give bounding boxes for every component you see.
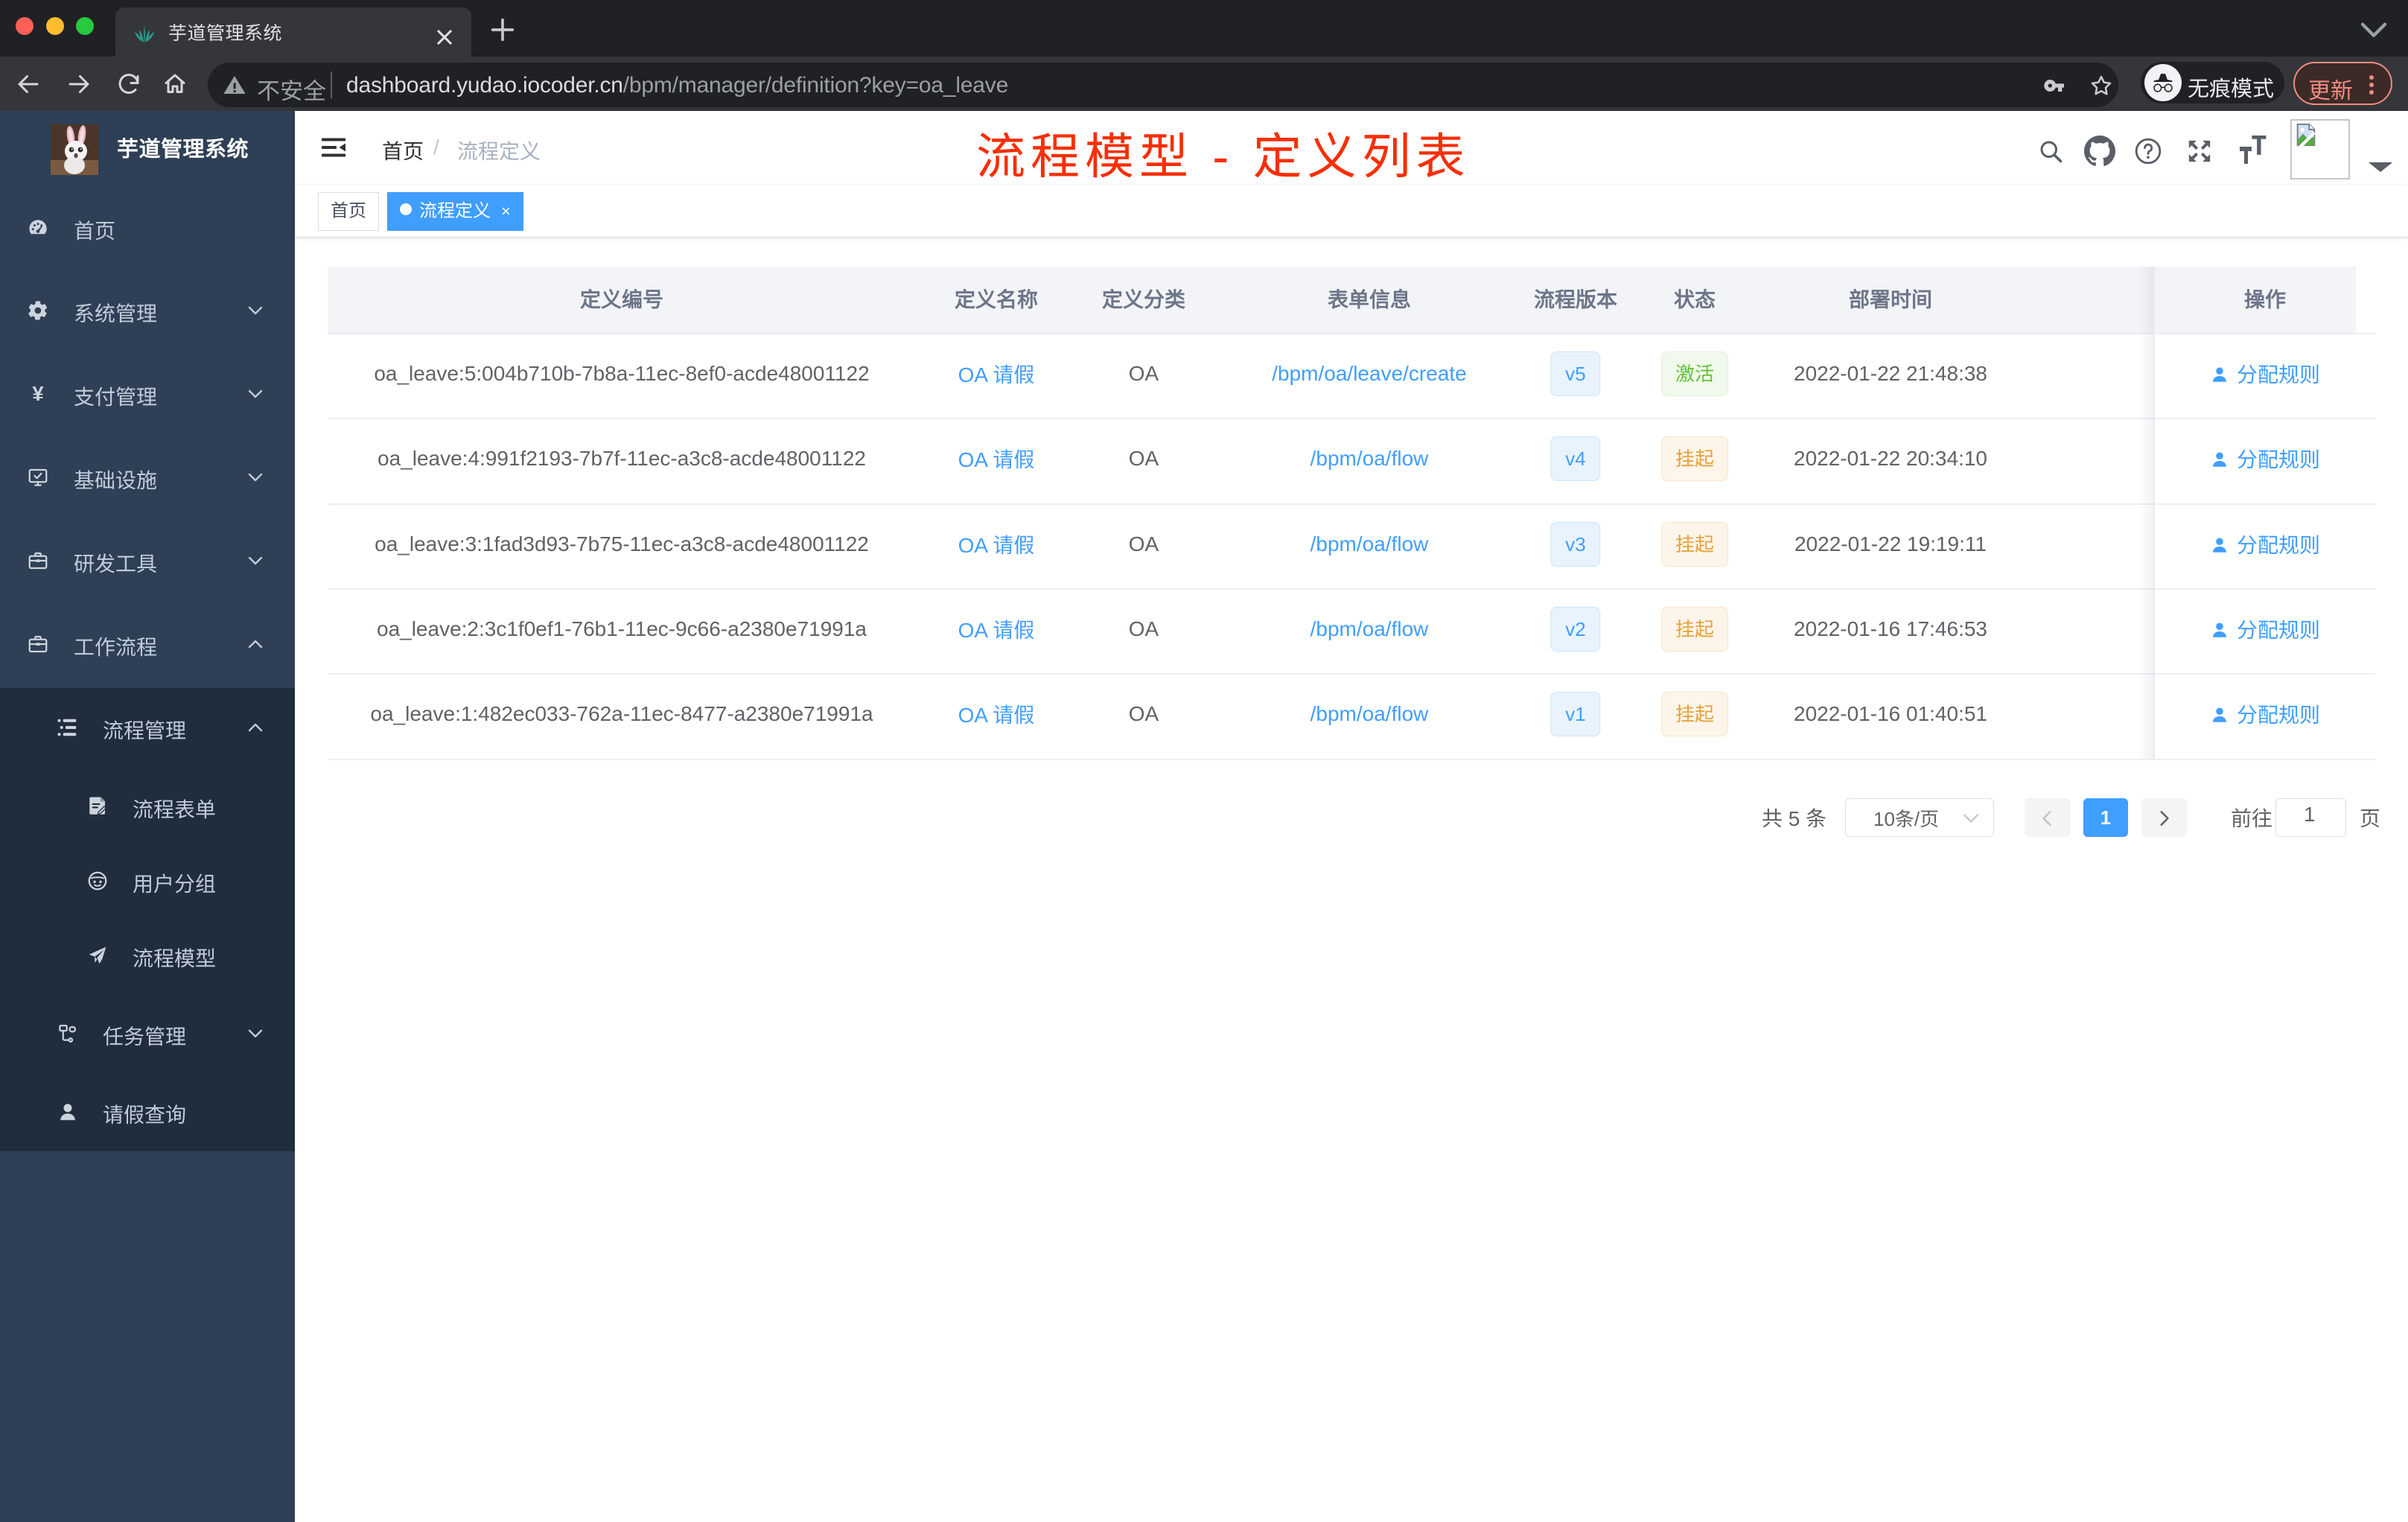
svg-text:¥: ¥ [32, 383, 44, 405]
